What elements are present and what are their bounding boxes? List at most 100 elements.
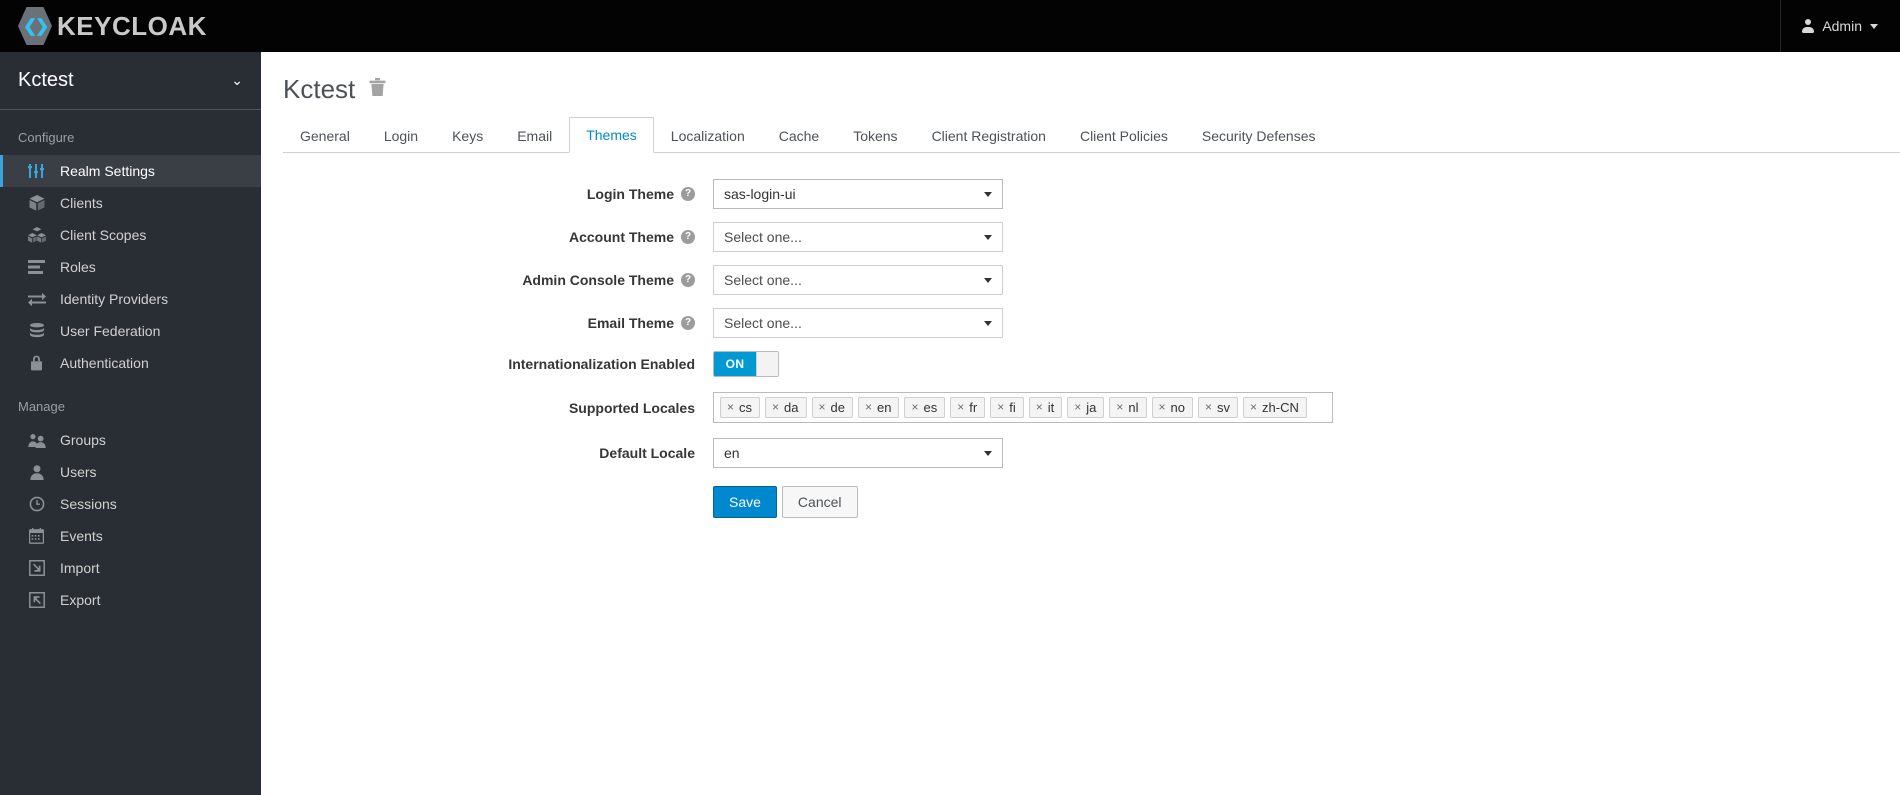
locale-chip: × fi [990,397,1024,418]
user-icon [27,464,46,480]
sidebar-item-users[interactable]: Users [0,456,261,488]
sidebar-item-client-scopes[interactable]: Client Scopes [0,219,261,251]
label-text: Default Locale [599,445,695,461]
boxes-icon [27,227,46,243]
tab-client-policies[interactable]: Client Policies [1063,118,1185,153]
remove-locale-icon[interactable]: × [997,401,1004,413]
clock-icon [27,496,46,512]
sidebar-item-authentication[interactable]: Authentication [0,347,261,379]
toggle-state-label: ON [714,352,756,376]
tab-general[interactable]: General [283,118,367,153]
remove-locale-icon[interactable]: × [1036,401,1043,413]
account-theme-select[interactable]: Select one... [713,222,1003,252]
tab-login[interactable]: Login [367,118,435,153]
page-header: Kctest [261,52,1900,105]
exchange-arrows-icon [27,291,46,307]
remove-locale-icon[interactable]: × [1074,401,1081,413]
remove-locale-icon[interactable]: × [957,401,964,413]
email-theme-select[interactable]: Select one... [713,308,1003,338]
sidebar-item-identity-providers[interactable]: Identity Providers [0,283,261,315]
default-locale-select[interactable]: en [713,438,1003,468]
trash-icon[interactable] [369,77,386,102]
page-title: Kctest [283,74,356,104]
sidebar-item-realm-settings[interactable]: Realm Settings [0,155,261,187]
chevron-right-icon: ❯ [35,16,50,36]
label-text: Email Theme [587,315,674,331]
label-text: Admin Console Theme [522,272,674,288]
sidebar-item-clients[interactable]: Clients [0,187,261,219]
locale-chip-label: da [784,399,799,415]
locale-chip: × zh-CN [1243,397,1307,418]
remove-locale-icon[interactable]: × [865,401,872,413]
chevron-down-icon: ⌄ [231,72,243,88]
keycloak-logo[interactable]: ❮ ❯ KEYCLOAK [0,7,207,45]
remove-locale-icon[interactable]: × [819,401,826,413]
sidebar-item-user-federation[interactable]: User Federation [0,315,261,347]
sidebar-item-import[interactable]: Import [0,552,261,584]
sidebar-item-label: Groups [60,432,106,448]
tab-tokens[interactable]: Tokens [836,118,914,153]
login-theme-select[interactable]: sas-login-ui [713,179,1003,209]
help-icon[interactable]: ? [681,316,695,330]
help-icon[interactable]: ? [681,187,695,201]
sidebar-item-label: Users [60,464,97,480]
tab-localization[interactable]: Localization [654,118,762,153]
lock-icon [27,355,46,371]
supported-locales-input[interactable]: × cs × da × de × en × es × fr × fi × it × ja × nl × no × sv × zh-… [713,392,1333,423]
sidebar-item-roles[interactable]: Roles [0,251,261,283]
sidebar-item-label: Identity Providers [60,291,169,307]
sidebar-item-label: Export [60,592,101,608]
locale-chip: × es [904,397,946,418]
form-row-account-theme: Account Theme ? Select one... [261,222,1900,252]
tab-themes[interactable]: Themes [569,117,654,153]
sidebar-item-groups[interactable]: Groups [0,424,261,456]
chevron-down-icon [984,235,992,240]
locale-chip-label: sv [1217,399,1230,415]
remove-locale-icon[interactable]: × [727,401,734,413]
admin-console-theme-label: Admin Console Theme ? [261,272,713,288]
locale-chip-label: it [1047,399,1055,415]
admin-console-theme-value: Select one... [724,272,802,288]
locale-chip-label: en [877,399,892,415]
internationalization-label: Internationalization Enabled [261,356,713,372]
nav-section-configure-title: Configure [18,130,75,145]
sliders-icon [27,163,46,179]
remove-locale-icon[interactable]: × [911,401,918,413]
locale-chip: × sv [1197,397,1238,418]
sidebar: Kctest ⌄ Configure Realm Settings Client… [0,52,261,795]
tab-client-registration[interactable]: Client Registration [915,118,1063,153]
tab-keys[interactable]: Keys [435,118,500,153]
tab-email[interactable]: Email [500,118,569,153]
form-row-supported-locales: Supported Locales × cs × da × de × en × es × fr × fi ×… [261,392,1900,423]
sidebar-item-sessions[interactable]: Sessions [0,488,261,520]
account-theme-label: Account Theme ? [261,229,713,245]
keycloak-logo-mark: ❮ ❯ [18,7,52,45]
sidebar-item-events[interactable]: Events [0,520,261,552]
remove-locale-icon[interactable]: × [1205,401,1212,413]
locale-chip-label: fr [969,399,978,415]
remove-locale-icon[interactable]: × [772,401,779,413]
admin-console-theme-select[interactable]: Select one... [713,265,1003,295]
help-icon[interactable]: ? [681,230,695,244]
remove-locale-icon[interactable]: × [1116,401,1123,413]
locale-chip-label: cs [739,399,753,415]
masthead: ❮ ❯ KEYCLOAK Admin [0,0,1900,52]
sidebar-item-export[interactable]: Export [0,584,261,616]
user-menu-label: Admin [1822,18,1862,34]
tab-cache[interactable]: Cache [762,118,836,153]
toggle-knob [756,352,778,376]
help-icon[interactable]: ? [681,273,695,287]
label-text: Login Theme [586,186,674,202]
action-buttons: Save Cancel [713,486,858,518]
sidebar-item-label: Clients [60,195,103,211]
tab-security-defenses[interactable]: Security Defenses [1185,118,1333,153]
locale-chip: × en [857,397,900,418]
remove-locale-icon[interactable]: × [1159,401,1166,413]
internationalization-toggle[interactable]: ON [713,351,779,377]
remove-locale-icon[interactable]: × [1250,401,1257,413]
save-button[interactable]: Save [713,486,777,518]
user-menu[interactable]: Admin [1780,0,1900,52]
cancel-button[interactable]: Cancel [781,486,858,518]
sidebar-item-label: User Federation [60,323,161,339]
realm-selector[interactable]: Kctest ⌄ [0,52,261,110]
